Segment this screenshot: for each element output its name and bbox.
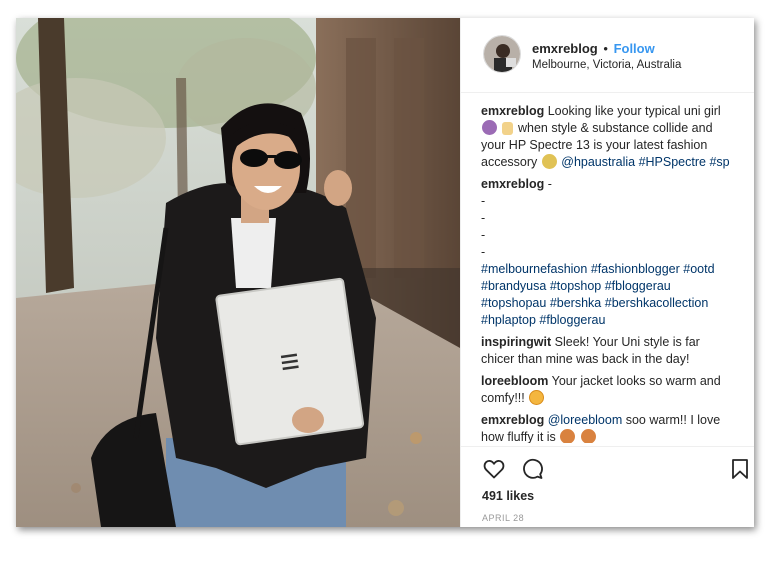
comment-username[interactable]: emxreblog [481, 413, 544, 427]
hashtag[interactable]: #topshopau [481, 296, 546, 310]
woman-tech-emoji-icon [482, 120, 497, 135]
hashtag[interactable]: #fbloggerau [605, 279, 671, 293]
caption-text-4: accessory [481, 155, 538, 169]
comment-text: Sleek! Your Uni style is far [554, 335, 700, 349]
monkey-emoji-icon [580, 429, 596, 443]
comment-bubble-icon[interactable] [520, 457, 544, 481]
post-photo[interactable] [16, 18, 460, 527]
comment-username[interactable]: emxreblog [481, 177, 544, 191]
comment-item: loreebloom Your jacket looks so warm and… [481, 373, 743, 407]
caption: emxreblog Looking like your typical uni … [481, 103, 743, 171]
avatar[interactable] [483, 35, 521, 73]
hashtag[interactable]: #hplaptop [481, 313, 536, 327]
instagram-post-card: emxreblog • Follow Melbourne, Victoria, … [16, 18, 754, 527]
hashtag[interactable]: #fashionblogger [591, 262, 680, 276]
bookmark-icon[interactable] [728, 457, 752, 481]
caption-text-2: when style & substance collide and [517, 121, 713, 135]
heart-icon[interactable] [482, 457, 506, 481]
mention-loreebloom[interactable]: @loreebloom [548, 413, 623, 427]
hashtag[interactable]: #bershka [550, 296, 601, 310]
hashtag-comment: emxreblog - - - - - #melbournefashion #f… [481, 176, 743, 329]
post-side-panel: emxreblog • Follow Melbourne, Victoria, … [460, 18, 754, 527]
comment-text: how fluffy it is [481, 430, 556, 443]
comment-item: emxreblog @loreebloom soo warm!! I love … [481, 412, 743, 443]
hashtag[interactable]: #topshop [550, 279, 601, 293]
follow-button[interactable]: Follow [614, 41, 655, 56]
post-image [16, 18, 460, 527]
hashtag[interactable]: #brandyusa [481, 279, 546, 293]
comment-text: Your jacket looks so warm and [551, 374, 721, 388]
sparkles-emoji-icon [541, 154, 557, 169]
header-username-row: emxreblog • Follow [532, 41, 655, 56]
comment-text: soo warm!! I love [625, 413, 721, 427]
caption-text-3: your HP Spectre 13 is your latest fashio… [481, 138, 708, 152]
post-header: emxreblog • Follow Melbourne, Victoria, … [461, 18, 754, 93]
likes-count[interactable]: 491 likes [482, 489, 534, 503]
comment-username[interactable]: loreebloom [481, 374, 548, 388]
dash-line: - [481, 194, 486, 208]
comment-username[interactable]: inspiringwit [481, 335, 551, 349]
comment-item: inspiringwit Sleek! Your Uni style is fa… [481, 334, 743, 368]
hashtag[interactable]: #ootd [683, 262, 714, 276]
dash-line: - [481, 228, 486, 242]
comment-dash: - [547, 177, 552, 191]
caption-username[interactable]: emxreblog [481, 104, 544, 118]
monkey-emoji-icon [560, 429, 576, 443]
hashtag[interactable]: #melbournefashion [481, 262, 587, 276]
dash-line: - [481, 245, 486, 259]
post-actions: 491 likes APRIL 28 [461, 446, 754, 527]
separator-dot: • [603, 41, 608, 56]
female-sign-emoji-icon [502, 122, 514, 135]
hashtag[interactable]: #fbloggerau [539, 313, 605, 327]
comment-text: comfy!!! [481, 391, 525, 405]
hashtag-hpspectre[interactable]: #HPSpectre [639, 155, 706, 169]
caption-text-1: Looking like your typical uni girl [547, 104, 721, 118]
location-link[interactable]: Melbourne, Victoria, Australia [532, 59, 681, 71]
post-date: APRIL 28 [482, 513, 525, 523]
header-username[interactable]: emxreblog [532, 41, 598, 56]
comments-list[interactable]: emxreblog Looking like your typical uni … [481, 103, 743, 443]
dash-line: - [481, 211, 486, 225]
hashtag-sp[interactable]: #sp [709, 155, 729, 169]
comment-text: chicer than mine was back in the day! [481, 352, 690, 366]
hashtag[interactable]: #bershkacollection [605, 296, 709, 310]
grinning-emoji-icon [529, 390, 545, 405]
mention-hpaustralia[interactable]: @hpaustralia [561, 155, 635, 169]
